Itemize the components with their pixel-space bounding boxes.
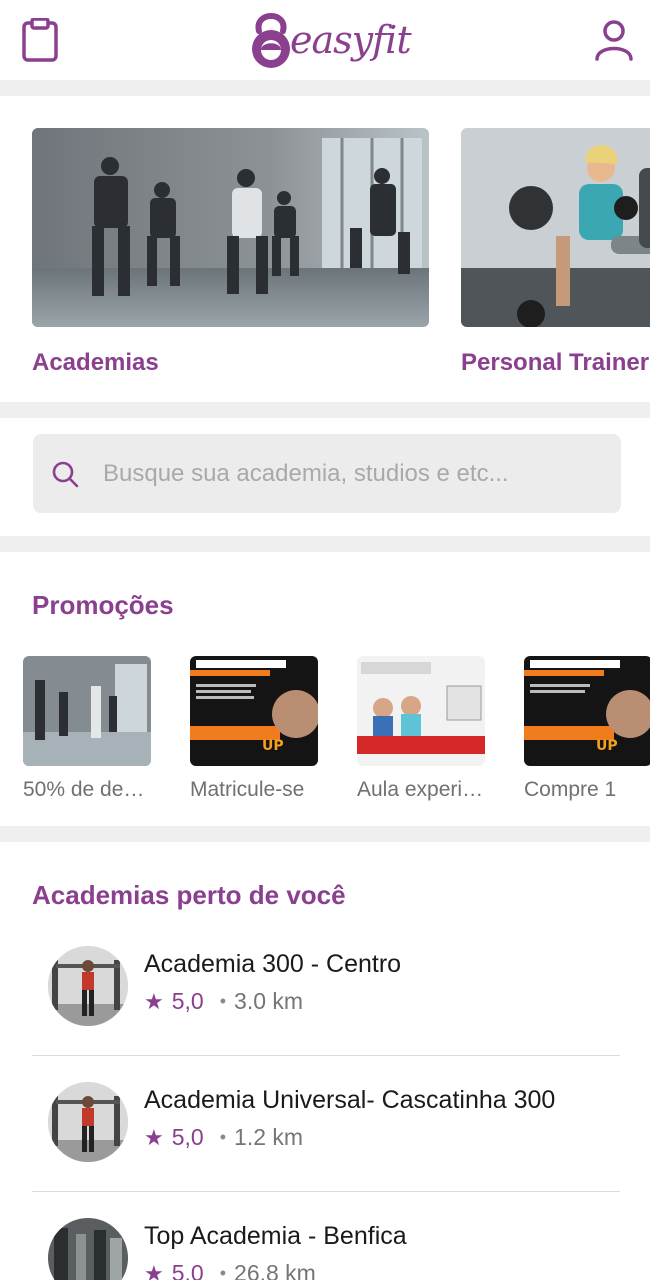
search-section [0, 418, 650, 536]
gym-name: Top Academia - Benfica [144, 1222, 407, 1250]
gym-name: Academia 300 - Centro [144, 950, 402, 978]
svg-text:UP: UP [262, 738, 284, 754]
kettlebell-icon [252, 13, 290, 68]
app-header: easyfit [0, 0, 650, 80]
star-icon: ★ [144, 1260, 164, 1280]
search-input[interactable] [103, 459, 583, 488]
promo-card[interactable]: Aula experimental [357, 656, 485, 802]
promo-image: UP [190, 656, 318, 766]
section-divider [0, 80, 650, 96]
promo-card[interactable]: 50% de desconto [23, 656, 151, 802]
search-bar[interactable] [33, 434, 621, 513]
logo-text: easyfit [290, 18, 412, 62]
category-label: Personal Trainer [461, 349, 650, 376]
promo-label: Matricule-se [190, 778, 305, 801]
gym-distance: 3.0 km [234, 988, 304, 1014]
category-carousel[interactable]: Academias Personal Trainer [0, 96, 650, 402]
user-icon [595, 20, 633, 61]
promo-image [357, 656, 485, 766]
personal-trainer-image [461, 128, 650, 327]
promo-label: Aula experimental [357, 778, 485, 801]
gym-meta: ★ 5,0 • 3.0 km [144, 988, 303, 1015]
gym-meta: ★ 5,0 • 26.8 km [144, 1260, 316, 1280]
category-label: Academias [32, 349, 159, 376]
section-divider [0, 826, 650, 842]
section-divider [0, 402, 650, 418]
nearby-gyms-section: Academias perto de você Academia 300 - C… [0, 842, 650, 1280]
category-card-academias[interactable]: Academias [32, 128, 429, 377]
star-icon: ★ [144, 988, 164, 1014]
gym-rating: 5,0 [171, 1260, 204, 1280]
star-icon: ★ [144, 1124, 164, 1150]
nearby-title: Academias perto de você [32, 880, 346, 910]
gym-avatar [48, 1218, 128, 1280]
separator-dot: • [219, 1263, 227, 1280]
gym-avatar [48, 1082, 128, 1162]
separator-dot: • [219, 991, 227, 1011]
promo-image [23, 656, 151, 766]
promotions-title: Promoções [32, 590, 174, 620]
gym-list-item[interactable]: Academia 300 - Centro ★ 5,0 • 3.0 km [32, 920, 620, 1056]
promotions-section: Promoções 50% de desconto [0, 552, 650, 826]
gym-name: Academia Universal- Cascatinha 300 [144, 1086, 556, 1114]
promo-image: UP [524, 656, 650, 766]
gym-distance: 1.2 km [234, 1124, 304, 1150]
profile-button[interactable] [586, 12, 642, 68]
promo-card[interactable]: UP Compre 1 [524, 656, 650, 802]
search-icon [52, 461, 79, 487]
academias-image [32, 128, 429, 327]
clipboard-icon [22, 18, 58, 62]
gym-rating: 5,0 [171, 988, 204, 1014]
gym-list-item[interactable]: Top Academia - Benfica ★ 5,0 • 26.8 km [32, 1192, 620, 1280]
gym-rating: 5,0 [171, 1124, 204, 1150]
gym-list-item[interactable]: Academia Universal- Cascatinha 300 ★ 5,0… [32, 1056, 620, 1192]
gym-avatar [48, 946, 128, 1026]
svg-text:UP: UP [596, 738, 618, 754]
section-divider [0, 536, 650, 552]
easyfit-logo: easyfit [248, 8, 412, 72]
gym-distance: 26.8 km [234, 1260, 316, 1280]
separator-dot: • [219, 1127, 227, 1147]
promo-label: 50% de desconto [23, 778, 151, 801]
gym-meta: ★ 5,0 • 1.2 km [144, 1124, 303, 1151]
clipboard-button[interactable] [12, 12, 68, 68]
category-card-personal-trainer[interactable]: Personal Trainer [461, 128, 650, 377]
promo-label: Compre 1 [524, 778, 617, 801]
promo-card[interactable]: UP Matricule-se [190, 656, 318, 802]
